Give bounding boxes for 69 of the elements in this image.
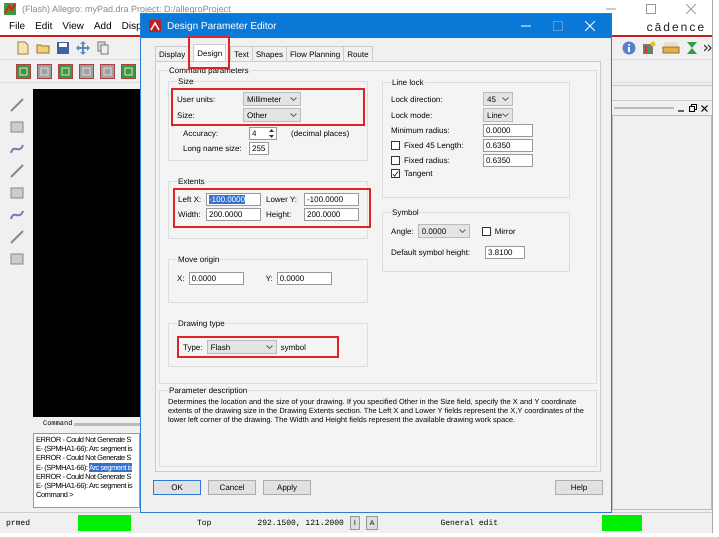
group-title: Line lock: [391, 78, 425, 87]
field-label: Size:: [177, 110, 195, 120]
text-field[interactable]: 200.0000: [304, 208, 359, 221]
field-hint: (decimal places): [291, 129, 350, 138]
text-field[interactable]: -100.0000: [206, 193, 261, 206]
status-text: Top: [197, 518, 212, 528]
field-hint: symbol: [280, 342, 306, 352]
text-field[interactable]: 0.0000: [188, 272, 244, 285]
checkbox-label: Fixed 45 Length:: [404, 141, 464, 150]
field-label: User units:: [177, 94, 216, 104]
dialog-button[interactable]: Cancel: [208, 480, 256, 495]
text-field[interactable]: -100.0000: [304, 193, 359, 206]
field-label: X:: [177, 274, 185, 283]
text-field[interactable]: 0.6350: [483, 154, 533, 167]
field-label: Minimum radius:: [391, 126, 450, 135]
dropdown[interactable]: Flash: [206, 340, 277, 354]
logo: cādence: [646, 20, 706, 34]
field-label: Long name size:: [183, 144, 242, 153]
field-label: Default symbol height:: [391, 248, 472, 257]
menu-item[interactable]: File: [9, 21, 26, 32]
field-label: Angle:: [391, 226, 414, 236]
text-field[interactable]: 255: [249, 142, 269, 155]
field-label: Height:: [266, 210, 292, 219]
group-title: Command parameters: [168, 66, 250, 75]
field-label: Accuracy:: [183, 129, 218, 138]
spin-field[interactable]: 4: [249, 127, 277, 140]
dialog-title: Design Parameter Editor: [167, 20, 276, 32]
field-label: Lower Y:: [266, 195, 298, 204]
menu-item[interactable]: View: [62, 21, 84, 32]
field-label: Type:: [183, 342, 203, 352]
dropdown[interactable]: Millimeter: [243, 92, 301, 106]
checkbox-label: Tangent: [404, 169, 432, 178]
text-field[interactable]: 0.0000: [483, 124, 533, 137]
field-label: Lock direction:: [391, 94, 443, 104]
text-field[interactable]: 0.0000: [276, 272, 332, 285]
group-title: Drawing type: [177, 319, 226, 328]
coordinates-text: 292.1500, 121.2000: [257, 518, 344, 528]
tab[interactable]: Display: [155, 46, 190, 61]
text-field[interactable]: 3.8100: [485, 246, 525, 259]
dialog-button[interactable]: Apply: [263, 480, 311, 495]
status-text: General edit: [440, 518, 498, 528]
text-field[interactable]: 200.0000: [206, 208, 261, 221]
field-label: Left X:: [178, 195, 202, 204]
field-label: Width:: [178, 210, 202, 219]
menu-item[interactable]: Add: [94, 21, 112, 32]
group-title: Symbol: [391, 208, 420, 217]
tab[interactable]: Design: [193, 44, 226, 61]
checkbox-label: Mirror: [494, 226, 516, 236]
window-title: (Flash) Allegro: myPad.dra Project: D:/allegroProject: [22, 4, 231, 14]
field-label: Lock mode:: [391, 110, 432, 120]
group-title: Extents: [177, 177, 206, 186]
text-field[interactable]: 0.6350: [483, 139, 533, 152]
dropdown[interactable]: Other: [243, 108, 301, 122]
tab[interactable]: Text: [230, 46, 253, 61]
dropdown[interactable]: 0.0000: [418, 224, 470, 238]
status-text: prmed: [6, 518, 32, 528]
tab[interactable]: Flow Planning: [286, 46, 344, 61]
group-title: Move origin: [177, 255, 220, 264]
checkbox-label: Fixed radius:: [404, 156, 450, 165]
tab[interactable]: Shapes: [252, 46, 287, 61]
dropdown[interactable]: 45: [483, 92, 513, 106]
tab[interactable]: Route: [343, 46, 373, 61]
group-title: Size: [177, 77, 195, 86]
dropdown[interactable]: Line: [483, 108, 513, 122]
dialog-button[interactable]: Help: [555, 480, 603, 495]
menu-item[interactable]: Edit: [35, 21, 52, 32]
group-title: Parameter description: [168, 386, 248, 395]
field-label: Y:: [266, 274, 273, 283]
dialog-button[interactable]: OK: [153, 480, 201, 495]
